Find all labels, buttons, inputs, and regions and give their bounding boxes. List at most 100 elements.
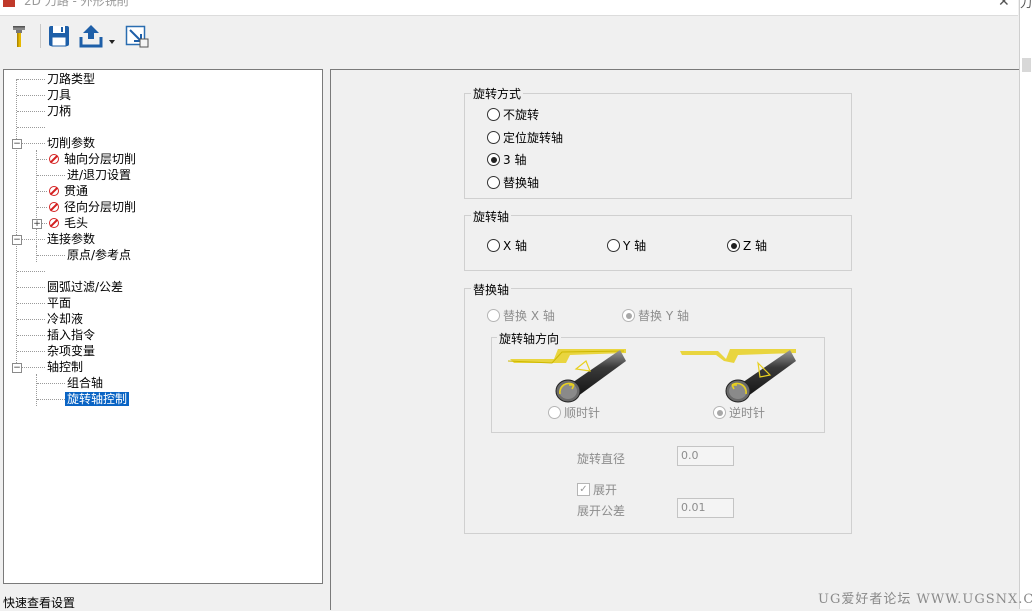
tree-item-depth-cuts[interactable]: 轴向分层切削 <box>49 151 136 167</box>
tree-item-link-params[interactable]: 连接参数 <box>47 231 95 247</box>
radio-circle <box>487 131 500 144</box>
window-title: 2D 刀路 - 外形铣削 <box>24 0 129 8</box>
tree-item-coolant[interactable]: 冷却液 <box>47 311 83 327</box>
tree-item-label: 轴控制 <box>47 360 84 374</box>
tree-item-canned-text[interactable]: 插入指令 <box>47 327 95 343</box>
radio-clockwise[interactable]: 顺时针 <box>548 405 600 421</box>
tree-item-toolpath-type[interactable]: 刀路类型 <box>47 71 95 87</box>
tree-item-label: 冷却液 <box>47 312 84 326</box>
tree-item-misc-values[interactable]: 杂项变量 <box>47 343 95 359</box>
error-icon <box>49 217 59 228</box>
radio-circle <box>622 309 635 322</box>
tree-item-label: 连接参数 <box>47 232 96 246</box>
replace-axis-title: 替换轴 <box>471 281 512 298</box>
tree-item-rotary-axis-control[interactable]: 旋转轴控制 <box>65 391 130 407</box>
quick-view-settings[interactable]: 快速查看设置 <box>3 594 75 611</box>
watermark: UG爱好者论坛 WWW.UGSNX.COM <box>818 592 1032 607</box>
radio-counterclockwise[interactable]: 逆时针 <box>713 405 765 421</box>
radio-replace-x[interactable]: 替换 X 轴 <box>487 308 555 324</box>
tree-item-label: 切削参数 <box>47 136 96 150</box>
tree-item-tool[interactable]: 刀具 <box>47 87 71 103</box>
auto-display-icon[interactable] <box>124 23 150 49</box>
tree-item-label: 杂项变量 <box>47 344 96 358</box>
tree-item-label: 组合轴 <box>67 376 104 390</box>
radio-circle <box>607 239 620 252</box>
rotation-direction-title: 旋转轴方向 <box>497 330 562 347</box>
radio-circle <box>548 406 561 419</box>
unroll-tolerance-input[interactable] <box>677 498 734 518</box>
error-icon <box>49 201 59 212</box>
tree-item-label: 圆弧过滤/公差 <box>47 280 124 294</box>
radio-circle <box>487 239 500 252</box>
unroll-label: 展开 <box>593 483 618 497</box>
tree-item-label: 进/退刀设置 <box>67 168 132 182</box>
error-icon <box>49 185 59 196</box>
tree-item-axis-combination[interactable]: 组合轴 <box>67 375 103 391</box>
tree-item-break-through[interactable]: 贯通 <box>49 183 88 199</box>
save-icon[interactable] <box>46 23 72 49</box>
tree-item-arc-filter[interactable]: 圆弧过滤/公差 <box>47 279 123 295</box>
radio-no-rotation[interactable]: 不旋转 <box>487 107 539 123</box>
radio-label: 替换 Y 轴 <box>638 309 689 323</box>
close-icon[interactable]: ✕ <box>998 0 1010 10</box>
app-icon <box>3 0 15 7</box>
radio-label: 替换轴 <box>503 176 540 190</box>
expander-cut-params[interactable]: − <box>12 139 22 149</box>
radio-z-axis[interactable]: Z 轴 <box>727 238 767 254</box>
tree-item-lead-in-out[interactable]: 进/退刀设置 <box>67 167 131 183</box>
tree-item-label: 刀具 <box>47 88 72 102</box>
error-icon <box>49 153 59 164</box>
tree-item-label: 毛头 <box>64 216 89 230</box>
unroll-tolerance-label: 展开公差 <box>577 504 626 518</box>
expander-link-params[interactable]: − <box>12 235 22 245</box>
radio-circle <box>487 108 500 121</box>
radio-label: X 轴 <box>503 239 528 253</box>
tool-icon[interactable] <box>6 23 32 49</box>
tree-item-label: 原点/参考点 <box>67 248 132 262</box>
expander-axis-control[interactable]: − <box>12 363 22 373</box>
radio-label: 不旋转 <box>503 108 540 122</box>
export-icon[interactable] <box>78 23 104 49</box>
tree-item-label: 贯通 <box>64 184 89 198</box>
tree-item-multi-passes[interactable]: 径向分层切削 <box>49 199 136 215</box>
tree-item-planes[interactable]: 平面 <box>47 295 71 311</box>
tree-item-holder[interactable]: 刀柄 <box>47 103 71 119</box>
title-bar: 2D 刀路 - 外形铣削 ✕ <box>0 0 1018 16</box>
radio-replace-y[interactable]: 替换 Y 轴 <box>622 308 689 324</box>
tree-item-axis-control[interactable]: 轴控制 <box>47 359 83 375</box>
rotary-diameter-input[interactable] <box>677 446 734 466</box>
radio-circle <box>487 153 500 166</box>
dropdown-arrow-icon[interactable] <box>106 23 118 49</box>
expander-burr[interactable]: + <box>32 219 42 229</box>
radio-label: 顺时针 <box>564 406 601 420</box>
tree-item-cut-params[interactable]: 切削参数 <box>47 135 95 151</box>
tree-item-label: 旋转轴控制 <box>65 392 130 406</box>
toolbar-separator <box>40 24 41 48</box>
radio-y-axis[interactable]: Y 轴 <box>607 238 646 254</box>
check-icon: ✓ <box>577 483 590 496</box>
radio-x-axis[interactable]: X 轴 <box>487 238 527 254</box>
unroll-checkbox[interactable]: ✓ 展开 <box>577 481 617 498</box>
scrollbar-thumb[interactable] <box>1022 58 1031 72</box>
parameter-tree: − + − − 刀路类型 刀具 刀柄 切削参数 轴向分层切削 进/退刀设置 贯通… <box>3 69 323 584</box>
rotation-mode-title: 旋转方式 <box>471 85 524 102</box>
tree-item-tabs[interactable]: 毛头 <box>49 215 88 231</box>
rotary-diameter-label: 旋转直径 <box>577 452 626 466</box>
edge-text: 刀具 <box>1020 0 1032 10</box>
clockwise-illustration <box>507 347 628 403</box>
radio-axis-substitution[interactable]: 替换轴 <box>487 175 539 191</box>
radio-label: Z 轴 <box>743 239 768 253</box>
radio-3-axis[interactable]: 3 轴 <box>487 152 526 168</box>
tree-item-home-ref-points[interactable]: 原点/参考点 <box>67 247 131 263</box>
tree-item-label: 插入指令 <box>47 328 96 342</box>
radio-circle <box>727 239 740 252</box>
radio-label: 逆时针 <box>729 406 766 420</box>
tree-item-label: 轴向分层切削 <box>64 152 137 166</box>
radio-circle <box>487 309 500 322</box>
radio-label: 3 轴 <box>503 153 527 167</box>
tree-item-label: 刀路类型 <box>47 72 96 86</box>
radio-label: 定位旋转轴 <box>503 131 564 145</box>
radio-circle <box>487 176 500 189</box>
radio-index-rotary[interactable]: 定位旋转轴 <box>487 130 563 146</box>
toolbar <box>0 16 1018 56</box>
